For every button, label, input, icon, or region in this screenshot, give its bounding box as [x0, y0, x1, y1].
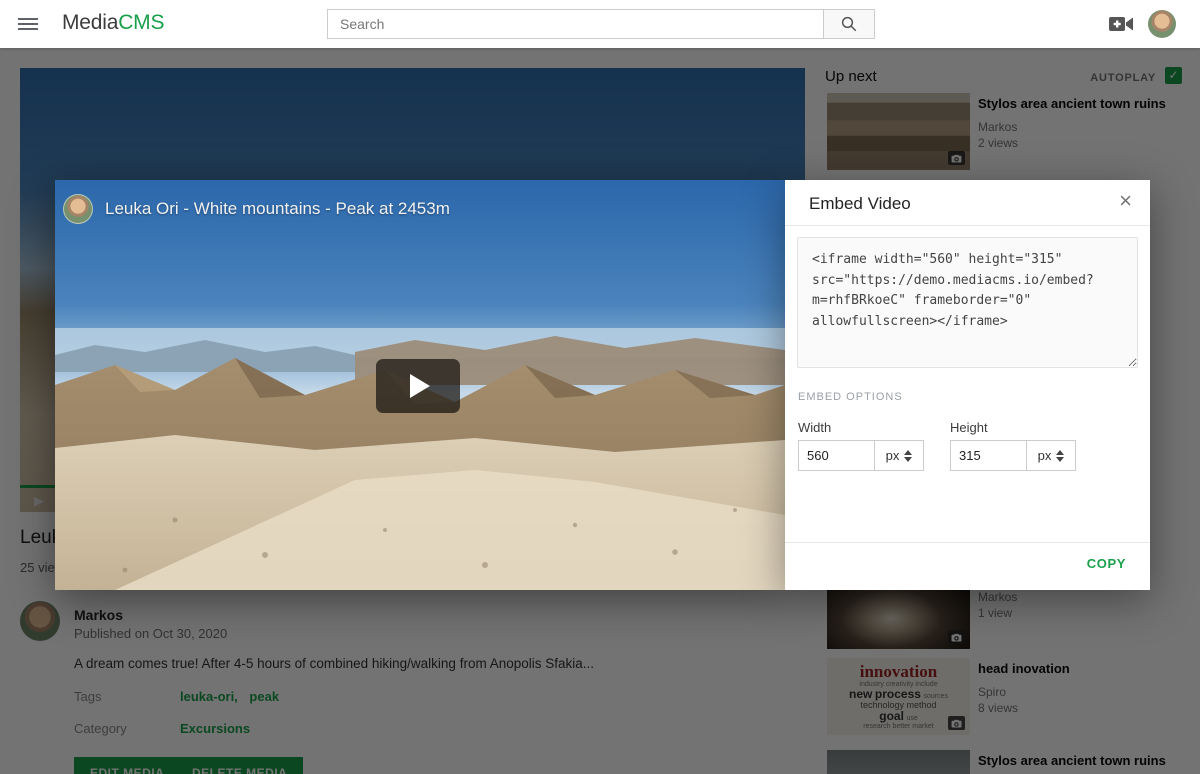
- search-input[interactable]: [327, 9, 823, 39]
- dialog-title: Embed Video: [809, 194, 911, 214]
- width-unit-select[interactable]: px: [875, 440, 924, 471]
- search-icon: [840, 15, 858, 33]
- menu-icon[interactable]: [18, 14, 38, 34]
- copy-button[interactable]: COPY: [1087, 556, 1126, 571]
- preview-author-avatar[interactable]: [63, 194, 93, 224]
- search-bar: [327, 9, 875, 39]
- upload-media-icon[interactable]: [1108, 13, 1134, 35]
- app-header: MediaCMS: [0, 0, 1200, 48]
- dialog-divider: [785, 542, 1150, 543]
- embed-code-textarea[interactable]: <iframe width="560" height="315" src="ht…: [797, 237, 1138, 368]
- play-icon: [410, 374, 430, 398]
- preview-play-button[interactable]: [376, 359, 460, 413]
- logo-cms: CMS: [118, 11, 164, 34]
- embed-preview-player[interactable]: Leuka Ori - White mountains - Peak at 24…: [55, 180, 785, 590]
- embed-options-label: EMBED OPTIONS: [798, 391, 903, 403]
- embed-video-dialog: Embed Video × <iframe width="560" height…: [785, 180, 1150, 590]
- width-unit-value: px: [886, 448, 900, 463]
- height-unit-select[interactable]: px: [1027, 440, 1076, 471]
- width-input[interactable]: [798, 440, 875, 471]
- height-unit-value: px: [1038, 448, 1052, 463]
- height-input[interactable]: [950, 440, 1027, 471]
- spinner-arrows-icon: [904, 450, 912, 462]
- search-button[interactable]: [823, 9, 875, 39]
- close-icon[interactable]: ×: [1119, 190, 1132, 212]
- logo-media: Media: [62, 11, 118, 34]
- height-label: Height: [950, 420, 988, 435]
- preview-video-title: Leuka Ori - White mountains - Peak at 24…: [105, 199, 450, 219]
- user-avatar[interactable]: [1148, 10, 1176, 38]
- width-label: Width: [798, 420, 831, 435]
- app-logo[interactable]: MediaCMS: [62, 11, 164, 35]
- dialog-divider: [785, 225, 1150, 226]
- spinner-arrows-icon: [1056, 450, 1064, 462]
